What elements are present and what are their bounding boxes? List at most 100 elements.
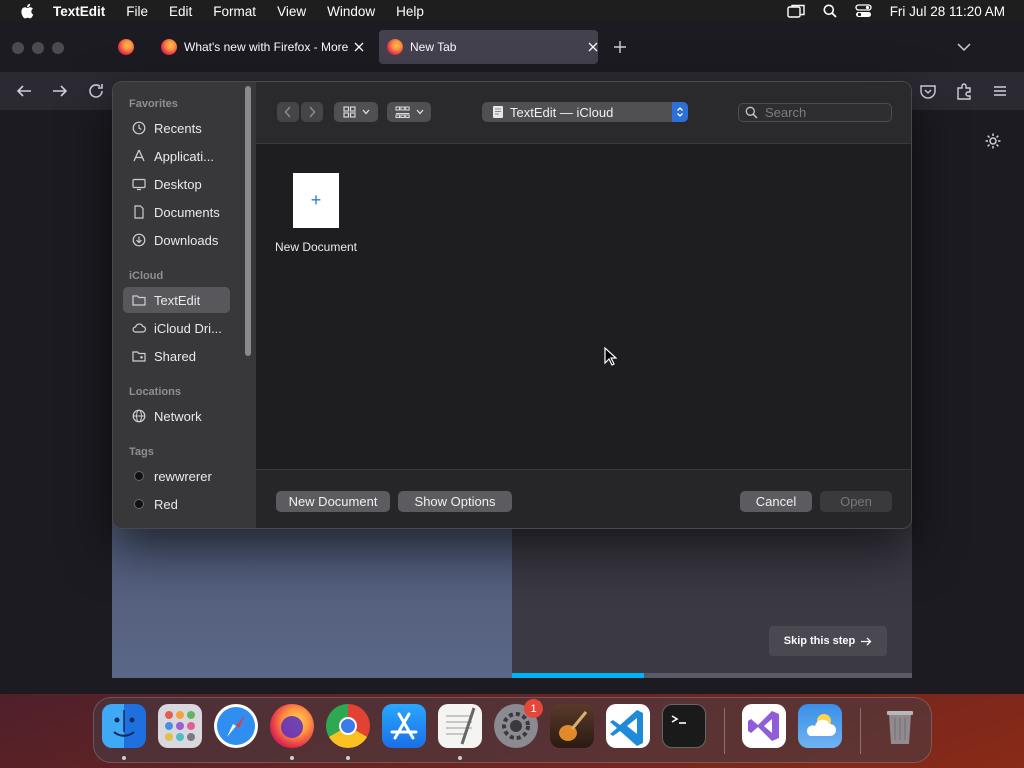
group-by-button[interactable] [387,102,431,122]
sidebar-item-label: Documents [154,204,220,220]
sidebar-item-label: Network [154,408,202,424]
dock-terminal-icon[interactable] [662,704,706,748]
applications-icon [133,149,145,162]
firefox-tab-icon [161,39,177,55]
tab-whats-new[interactable]: What's new with Firefox - More [153,30,371,64]
search-icon [745,106,758,119]
sidebar-item-documents[interactable]: Documents [123,199,230,225]
pinned-tab[interactable] [110,30,142,64]
dock-finder-icon[interactable] [102,704,146,748]
pocket-icon[interactable] [918,81,938,101]
back-button[interactable] [277,102,299,122]
view-mode-button[interactable] [334,102,378,122]
close-tab-icon[interactable] [354,42,364,52]
show-options-button[interactable]: Show Options [398,491,512,512]
progress-fill [512,673,644,678]
dock-weather-icon[interactable] [798,704,842,748]
spotlight-search-icon[interactable] [823,4,837,18]
tab-new-tab[interactable]: New Tab [379,30,598,64]
dock-visual-studio-icon[interactable] [742,704,786,748]
plus-icon: + [310,190,322,210]
dock-firefox-icon[interactable] [270,704,314,748]
new-document-file-label[interactable]: New Document [266,240,366,254]
sidebar-scrollbar[interactable] [245,86,251,356]
dock-separator [724,708,725,754]
window-zoom-button[interactable] [52,42,64,54]
close-tab-icon[interactable] [588,42,598,52]
chevron-right-icon [309,106,316,118]
sidebar-item-label: Applicati... [154,148,214,164]
dock-launchpad-icon[interactable] [158,704,202,748]
new-document-button[interactable]: New Document [276,491,390,512]
dock-safari-icon[interactable] [214,704,258,748]
control-center-icon[interactable] [855,4,872,18]
sidebar-item-shared[interactable]: Shared [123,343,230,369]
sidebar-section-icloud: iCloud [129,270,164,282]
vscode-logo-icon [610,710,643,746]
dialog-sidebar: Favorites Recents Applicati... Desktop D… [113,82,256,528]
firefox-tab-icon [118,39,134,55]
hamburger-menu-icon[interactable] [990,81,1010,101]
forward-arrow-icon[interactable] [50,81,70,101]
location-popup-button[interactable]: TextEdit — iCloud [482,102,688,122]
sidebar-item-desktop[interactable]: Desktop [123,171,230,197]
sidebar-tag-red[interactable]: Red [123,491,230,517]
dialog-toolbar: TextEdit — iCloud Search [256,82,911,144]
apple-menu-icon[interactable] [20,3,34,19]
sidebar-item-textedit[interactable]: TextEdit [123,287,230,313]
dock-app-store-icon[interactable] [382,704,426,748]
menu-help[interactable]: Help [396,4,424,19]
dock-trash-icon[interactable] [878,704,922,748]
back-arrow-icon[interactable] [14,81,34,101]
sidebar-section-locations: Locations [129,386,181,398]
skip-step-button[interactable]: Skip this step [769,626,887,656]
screen-mirroring-icon[interactable] [786,4,805,18]
sidebar-item-icloud-drive[interactable]: iCloud Dri... [123,315,230,341]
page-settings-gear-icon[interactable] [984,132,1002,150]
menu-format[interactable]: Format [213,4,256,19]
menu-file[interactable]: File [126,4,148,19]
new-document-file-tile[interactable]: + [293,173,339,228]
arrow-right-icon [861,637,872,645]
dock-textedit-icon[interactable] [438,704,482,748]
open-button[interactable]: Open [820,491,892,512]
extensions-puzzle-icon[interactable] [954,81,974,101]
sidebar-item-network[interactable]: Network [123,403,230,429]
cancel-button[interactable]: Cancel [740,491,812,512]
textedit-pen-icon [446,707,476,745]
menu-view[interactable]: View [277,4,306,19]
sidebar-section-tags: Tags [129,446,154,458]
forward-button[interactable] [301,102,323,122]
sidebar-section-favorites: Favorites [129,98,178,110]
trash-can-icon [887,711,913,744]
sidebar-item-recents[interactable]: Recents [123,115,230,141]
menu-bar: TextEdit File Edit Format View Window He… [0,0,1024,22]
firefox-logo-icon [281,716,303,738]
menu-window[interactable]: Window [327,4,375,19]
tab-title: New Tab [410,40,457,54]
dock-system-settings-icon[interactable]: 1 [494,699,543,748]
finder-face-icon [113,710,135,737]
sidebar-item-applications[interactable]: Applicati... [123,143,230,169]
list-all-tabs-chevron-icon[interactable] [957,42,971,52]
sidebar-item-label: Shared [154,348,196,364]
onboarding-progress-bar [512,673,912,678]
menu-app-name[interactable]: TextEdit [53,4,105,19]
reload-icon[interactable] [86,81,106,101]
sidebar-item-label: iCloud Dri... [154,320,222,336]
dock-vscode-icon[interactable] [606,704,650,748]
new-tab-plus-icon[interactable] [613,40,627,54]
tab-bar: What's new with Firefox - More New Tab [0,22,1024,72]
open-file-dialog: Favorites Recents Applicati... Desktop D… [112,81,912,529]
menu-edit[interactable]: Edit [169,4,192,19]
menubar-clock[interactable]: Fri Jul 28 11:20 AM [890,4,1005,19]
mouse-pointer-icon [604,347,617,366]
sidebar-tag-rewwrerer[interactable]: rewwrerer [123,463,230,489]
window-minimize-button[interactable] [32,42,44,54]
dock-garageband-icon[interactable] [550,704,594,748]
dock-chrome-icon[interactable] [326,704,370,748]
sidebar-item-downloads[interactable]: Downloads [123,227,230,253]
window-close-button[interactable] [12,42,24,54]
sidebar-item-label: Recents [154,120,202,136]
search-field[interactable]: Search [738,103,892,122]
